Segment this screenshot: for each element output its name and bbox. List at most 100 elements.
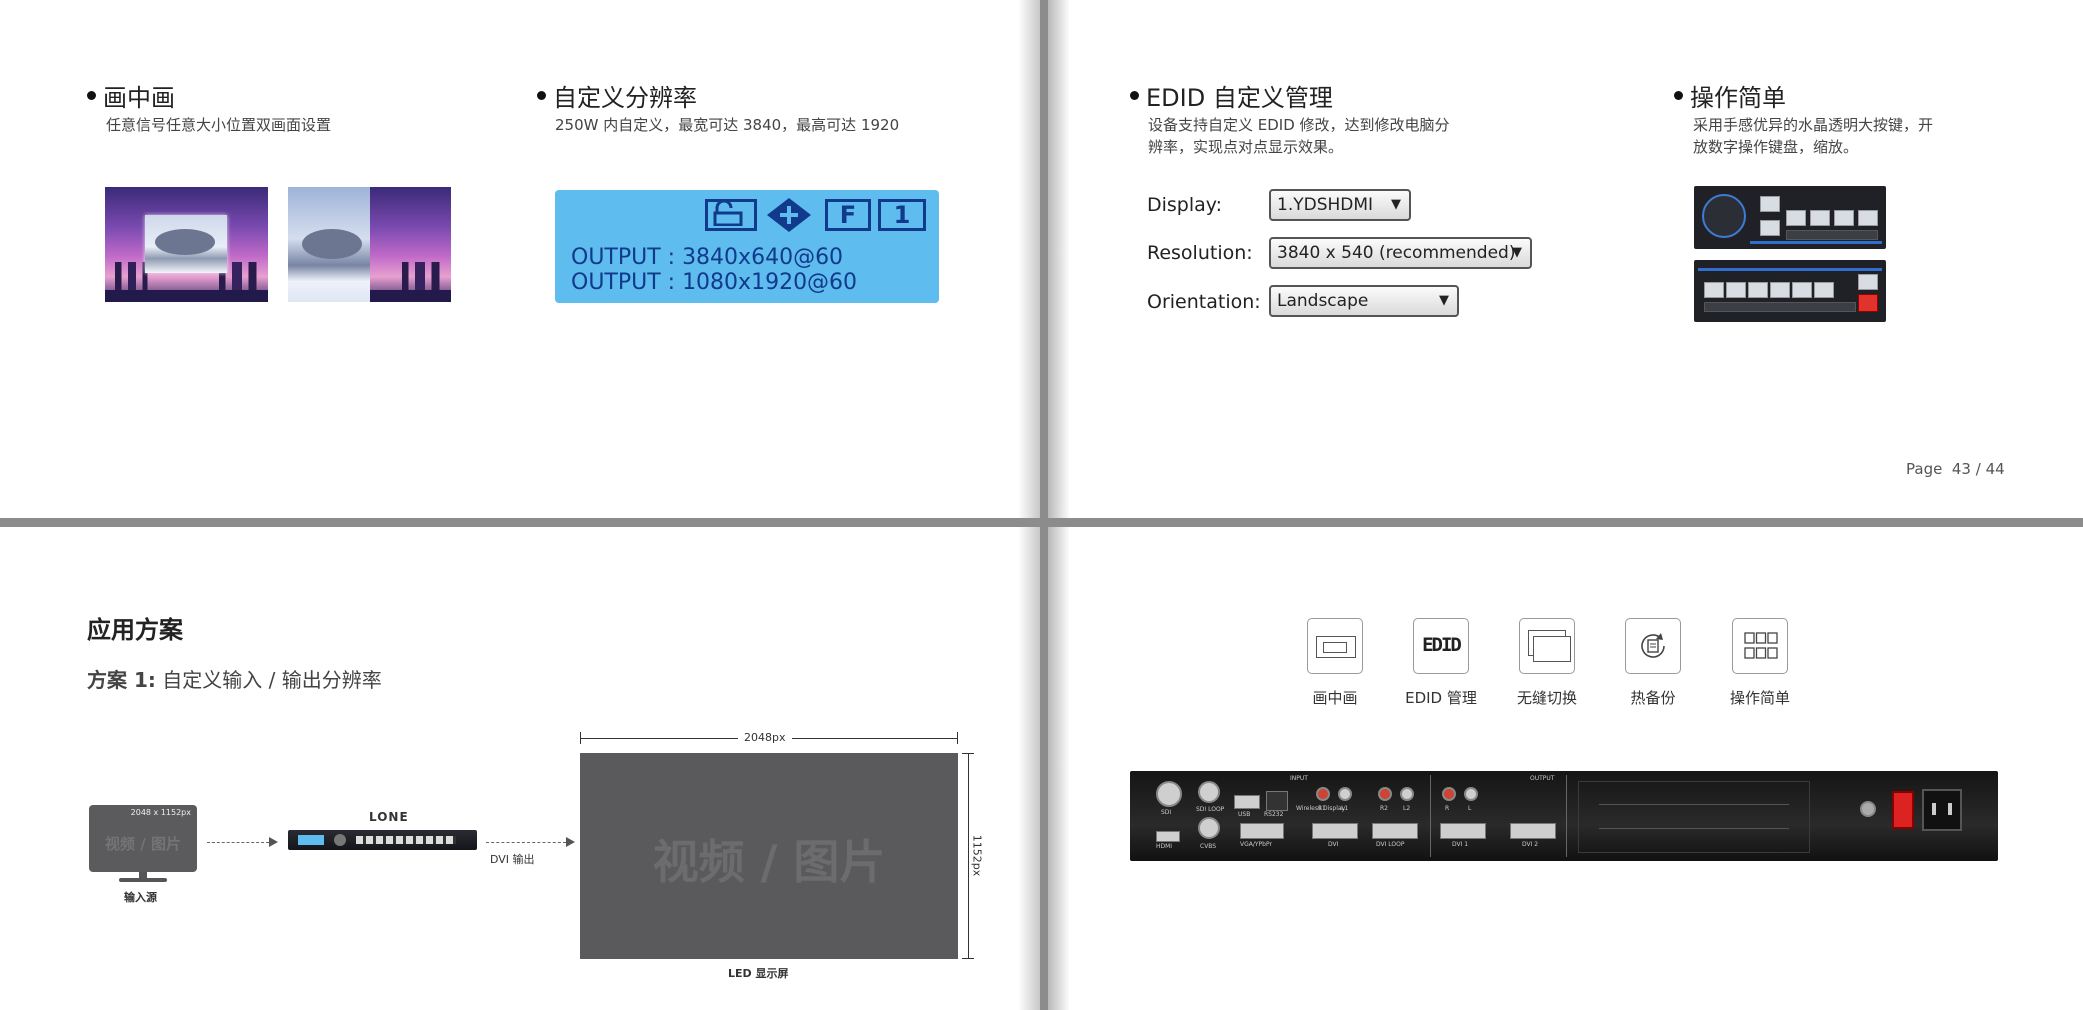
section-heading: 应用方案 — [87, 616, 183, 644]
edid-description-line-2: 辨率，实现点对点显示效果。 — [1148, 138, 1344, 156]
device-rear-panel-image: SDI HDMI SDI LOOP CVBS USB RS232 VGA/YPb… — [1130, 771, 1998, 861]
feature-box-backup — [1625, 618, 1681, 674]
feature-label-seamless: 无缝切换 — [1516, 689, 1577, 707]
empty-slot-cover — [1578, 781, 1810, 853]
feature-box-simple — [1732, 618, 1788, 674]
bullet-dot — [1130, 90, 1139, 100]
led-content-text: 视频 / 图片 — [652, 835, 886, 889]
device-brand: LONE — [369, 810, 409, 824]
bnc-connector-icon — [1156, 781, 1182, 807]
pip-example-image-2 — [288, 187, 451, 302]
feature-box-seamless — [1519, 618, 1575, 674]
audio-jack-icon — [1442, 787, 1456, 801]
pip-icon — [1316, 636, 1356, 658]
rear-label: CVBS — [1200, 843, 1217, 850]
page-top-left: 画中画 任意信号任意大小位置双画面设置 自定义分辨率 250W 内自定义，最宽可… — [0, 0, 1040, 518]
feature-box-pip — [1307, 618, 1363, 674]
height-dimension-line — [968, 753, 969, 959]
monitor-content-text: 视频 / 图片 — [105, 835, 181, 853]
orientation-select-value: Landscape — [1277, 291, 1369, 311]
resolution-select-value: 3840 x 540 (recommended) — [1277, 243, 1516, 263]
unlock-icon — [705, 199, 757, 231]
knob-icon — [1702, 194, 1746, 238]
move-icon — [765, 196, 811, 234]
edid-description-line-1: 设备支持自定义 EDID 修改，达到修改电脑分 — [1148, 116, 1450, 134]
rear-label: SDI — [1161, 809, 1172, 816]
resolution-label: Resolution: — [1147, 242, 1253, 264]
page-bottom-right: 画中画 EDID EDID 管理 无缝切换 热备份 操作简单 SDI HDMI … — [1048, 527, 2083, 1010]
arrow-line — [486, 842, 566, 843]
feature-label-simple: 操作简单 — [1729, 689, 1790, 707]
page-shadow — [1018, 0, 1040, 518]
grid-icon — [1744, 632, 1778, 660]
rear-label: VGA/YPbPr — [1240, 841, 1272, 848]
lcd-number-icon: 1 — [878, 199, 926, 231]
arrow-line — [207, 842, 269, 843]
feature-label-edid: EDID 管理 — [1405, 689, 1477, 707]
lcd-f-icon: F — [825, 199, 871, 231]
hot-backup-icon — [1637, 630, 1669, 662]
arrow-right-icon — [269, 837, 278, 847]
power-switch — [1892, 791, 1914, 829]
rear-label: DVI 2 — [1522, 841, 1539, 848]
pip-example-image-1 — [105, 187, 268, 302]
bnc-connector-icon — [1198, 817, 1220, 839]
edid-icon: EDID — [1422, 634, 1462, 656]
feature-box-edid: EDID — [1413, 618, 1469, 674]
led-screen-label: LED 显示屏 — [728, 967, 789, 980]
bullet-dot — [537, 90, 546, 100]
page-number: Page 43 / 44 — [1906, 460, 2005, 478]
rear-label: R1 — [1318, 805, 1326, 812]
resolution-select[interactable]: 3840 x 540 (recommended) ▼ — [1269, 237, 1532, 269]
rear-label: L1 — [1341, 805, 1349, 812]
simple-description-line-2: 放数字操作键盘，缩放。 — [1693, 138, 1859, 156]
rs232-port-icon — [1266, 791, 1288, 811]
dvi-output-port-icon — [1440, 823, 1486, 839]
audio-jack-icon — [1464, 787, 1478, 801]
edid-title: EDID 自定义管理 — [1130, 78, 1333, 113]
rear-label: DVI — [1328, 841, 1339, 848]
plan-heading: 方案 1: 自定义输入 / 输出分辨率 — [87, 668, 382, 692]
bullet-dot — [87, 90, 96, 100]
display-select[interactable]: 1.YDSHDMI ▼ — [1269, 189, 1411, 221]
dvi-output-port-icon — [1510, 823, 1556, 839]
page-top-right: EDID 自定义管理 设备支持自定义 EDID 修改，达到修改电脑分 辨率，实现… — [1048, 0, 2083, 518]
input-source-label: 输入源 — [124, 891, 157, 904]
dvi-port-icon — [1312, 823, 1358, 839]
pip-description: 任意信号任意大小位置双画面设置 — [106, 116, 332, 134]
page-bottom-left: 应用方案 方案 1: 自定义输入 / 输出分辨率 2048 x 1152px 视… — [0, 527, 1040, 1010]
monitor-resolution: 2048 x 1152px — [130, 808, 191, 817]
audio-jack-icon — [1400, 787, 1414, 801]
display-select-value: 1.YDSHDMI — [1277, 195, 1374, 215]
hdmi-port-icon — [1156, 831, 1180, 842]
orientation-label: Orientation: — [1147, 291, 1261, 313]
lcd-output-line-2: OUTPUT : 1080x1920@60 — [571, 270, 858, 295]
keypad-panel-image-1 — [1694, 186, 1886, 249]
rear-label: L — [1468, 805, 1472, 812]
usb-port-icon — [1234, 795, 1260, 809]
rear-label: R — [1445, 805, 1450, 812]
audio-jack-icon — [1338, 787, 1352, 801]
orientation-select[interactable]: Landscape ▼ — [1269, 285, 1459, 317]
feature-label-backup: 热备份 — [1630, 689, 1676, 707]
width-dimension-label: 2048px — [738, 731, 792, 744]
chevron-down-icon: ▼ — [1512, 245, 1522, 260]
height-dimension-label: 1152px — [970, 830, 984, 881]
custom-resolution-description: 250W 内自定义，最宽可达 3840，最高可达 1920 — [555, 116, 900, 134]
simple-operation-title: 操作简单 — [1674, 78, 1786, 113]
power-socket-icon — [1922, 789, 1962, 831]
pip-title: 画中画 — [87, 78, 175, 113]
audio-jack-icon — [1316, 787, 1330, 801]
input-monitor: 2048 x 1152px 视频 / 图片 — [89, 805, 197, 872]
audio-jack-icon — [1378, 787, 1392, 801]
rear-label: RS232 — [1264, 811, 1284, 818]
custom-resolution-title: 自定义分辨率 — [537, 78, 697, 113]
bullet-dot — [1674, 90, 1683, 100]
lcd-display-panel: F 1 OUTPUT : 3840x640@60 OUTPUT : 1080x1… — [555, 190, 939, 303]
rear-label: DVI 1 — [1452, 841, 1469, 848]
page-shadow — [1018, 527, 1040, 1010]
monitor-stand — [119, 878, 167, 882]
dvi-loop-port-icon — [1372, 823, 1418, 839]
keypad-panel-image-2 — [1694, 260, 1886, 322]
rear-label: HDMI — [1156, 843, 1173, 850]
